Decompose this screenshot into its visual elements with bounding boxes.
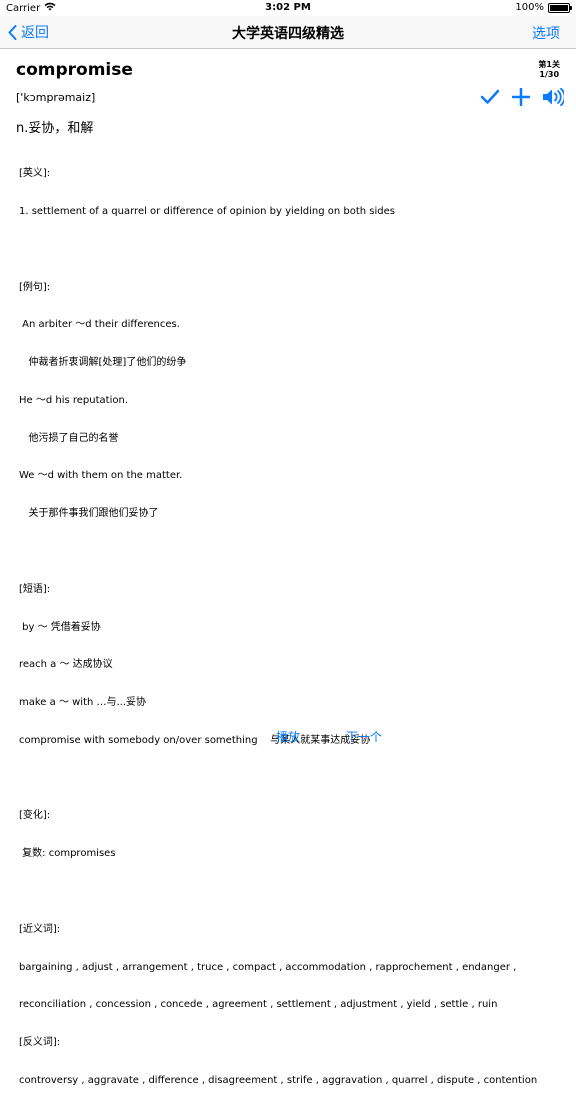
detail-line: [近义词]: — [19, 923, 61, 935]
detail-line: We ～d with them on the matter. — [19, 470, 183, 482]
detail-line: [反义词]: — [19, 1037, 61, 1049]
phonetic: ['kɔmprəmaiz] — [16, 91, 96, 104]
detail-line — [19, 773, 559, 786]
word-details: [英义]: 1. settlement of a quarrel or diff… — [19, 143, 559, 1100]
detail-line: He ～d his reputation. — [19, 394, 128, 406]
level-indicator: 第1关 1/30 — [538, 60, 560, 80]
checkmark-icon[interactable] — [480, 89, 500, 105]
status-bar: Carrier 3:02 PM 100% — [0, 0, 576, 16]
battery-percent: 100% — [515, 2, 544, 13]
detail-line: 复数: compromises — [19, 848, 116, 860]
plus-icon[interactable] — [512, 88, 530, 106]
battery-fill — [550, 4, 568, 11]
next-button[interactable]: 下一个 — [346, 728, 382, 745]
word-actions — [480, 88, 564, 106]
detail-line: [英义]: — [19, 168, 51, 180]
status-time: 3:02 PM — [265, 2, 311, 13]
battery-icon — [548, 2, 572, 13]
detail-line: 仲裁者折衷调解[处理]了他们的纷争 — [19, 357, 187, 369]
detail-line: 关于那件事我们跟他们妥协了 — [19, 508, 159, 520]
detail-line — [19, 886, 559, 899]
detail-line — [19, 546, 559, 559]
detail-line: bargaining , adjust , arrangement , truc… — [19, 961, 517, 973]
detail-line: [例句]: — [19, 281, 51, 293]
detail-line: reach a ～ 达成协议 — [19, 659, 113, 671]
detail-line: 他污损了自己的名誉 — [19, 432, 119, 444]
detail-line: 1. settlement of a quarrel or difference… — [19, 205, 395, 217]
status-right: 100% — [515, 2, 572, 13]
detail-line: [短语]: — [19, 583, 51, 595]
speaker-icon[interactable] — [542, 88, 564, 106]
detail-line: reconciliation , concession , concede , … — [19, 999, 498, 1011]
detail-line: An arbiter ～d their differences. — [19, 319, 180, 331]
short-definition: n.妥协，和解 — [16, 121, 94, 136]
options-button[interactable]: 选项 — [532, 23, 560, 43]
play-button[interactable]: 播放 — [276, 728, 300, 745]
navigation-bar: 返回 大学英语四级精选 选项 — [0, 16, 576, 49]
detail-line — [19, 244, 559, 257]
detail-line: [变化]: — [19, 810, 51, 822]
level-line-2: 1/30 — [539, 70, 560, 79]
detail-line: make a ～ with …与...妥协 — [19, 697, 147, 709]
headword: compromise — [16, 60, 133, 80]
detail-line: controversy , aggravate , difference , d… — [19, 1074, 538, 1086]
level-line-1: 第1关 — [538, 60, 560, 69]
page-title: 大学英语四级精选 — [232, 26, 344, 42]
detail-line: by ～ 凭借着妥协 — [19, 621, 101, 633]
bottom-toolbar: 播放 下一个 — [0, 712, 576, 768]
